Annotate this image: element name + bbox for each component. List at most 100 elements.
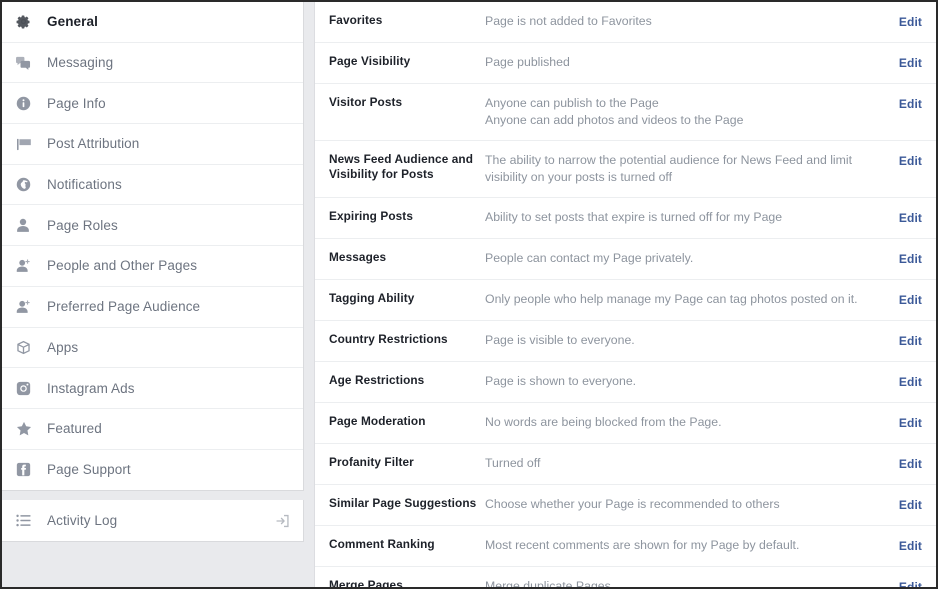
setting-description-line: People can contact my Page privately. xyxy=(485,251,694,265)
content-area: Favorites Page is not added to Favorites E… xyxy=(306,2,936,587)
setting-description: Only people who help manage my Page can … xyxy=(485,291,878,308)
setting-description-line: Anyone can publish to the Page xyxy=(485,96,659,110)
sidebar-item-post-attribution[interactable]: Post Attribution xyxy=(2,124,303,165)
setting-label: Visitor Posts xyxy=(329,95,403,109)
sidebar-item-activity-log[interactable]: Activity Log xyxy=(2,500,303,541)
sidebar-item-label: General xyxy=(47,14,98,30)
setting-action: Edit xyxy=(878,414,936,432)
settings-row: Expiring Posts Ability to set posts that … xyxy=(315,198,936,239)
flag-icon xyxy=(16,136,38,152)
sidebar-item-people-and-other-pages[interactable]: People and Other Pages xyxy=(2,246,303,287)
star-icon xyxy=(16,421,38,437)
edit-link[interactable]: Edit xyxy=(899,457,922,471)
setting-description-line: Turned off xyxy=(485,456,541,470)
setting-label: Age Restrictions xyxy=(329,373,425,387)
setting-label: Tagging Ability xyxy=(329,291,415,305)
person-add-icon xyxy=(16,258,38,274)
edit-link[interactable]: Edit xyxy=(899,154,922,168)
edit-link[interactable]: Edit xyxy=(899,498,922,512)
setting-action: Edit xyxy=(878,455,936,473)
sidebar-item-preferred-page-audience[interactable]: Preferred Page Audience xyxy=(2,287,303,328)
setting-description: Most recent comments are shown for my Pa… xyxy=(485,537,878,554)
setting-description-line: Page published xyxy=(485,55,570,69)
setting-action: Edit xyxy=(878,537,936,555)
sidebar: General Messaging Page Info Post Attributio… xyxy=(2,2,306,587)
edit-link[interactable]: Edit xyxy=(899,375,922,389)
sidebar-item-label: Notifications xyxy=(47,177,122,193)
sidebar-item-label: Page Support xyxy=(47,462,131,478)
globe-icon xyxy=(16,177,38,193)
setting-description: The ability to narrow the potential audi… xyxy=(485,152,878,186)
edit-link[interactable]: Edit xyxy=(899,15,922,29)
sidebar-item-label: Messaging xyxy=(47,55,114,71)
person-add-icon xyxy=(16,299,38,315)
edit-link[interactable]: Edit xyxy=(899,416,922,430)
instagram-camera-icon xyxy=(16,380,38,396)
setting-description-line: Page is visible to everyone. xyxy=(485,333,635,347)
sidebar-item-instagram-ads[interactable]: Instagram Ads xyxy=(2,368,303,409)
setting-label: Messages xyxy=(329,250,387,264)
setting-action: Edit xyxy=(878,13,936,31)
setting-description: Choose whether your Page is recommended … xyxy=(485,496,878,513)
edit-link[interactable]: Edit xyxy=(899,211,922,225)
edit-link[interactable]: Edit xyxy=(899,97,922,111)
cube-icon xyxy=(16,339,38,355)
settings-row: Messages People can contact my Page priva… xyxy=(315,239,936,280)
setting-action: Edit xyxy=(878,496,936,514)
setting-description-line: Anyone can add photos and videos to the … xyxy=(485,113,744,127)
sidebar-item-messaging[interactable]: Messaging xyxy=(2,43,303,84)
setting-action: Edit xyxy=(878,54,936,72)
setting-label: Expiring Posts xyxy=(329,209,413,223)
setting-description-line: Merge duplicate Pages xyxy=(485,579,611,587)
edit-link[interactable]: Edit xyxy=(899,252,922,266)
setting-label: Comment Ranking xyxy=(329,537,435,551)
edit-link[interactable]: Edit xyxy=(899,580,922,587)
edit-link[interactable]: Edit xyxy=(899,56,922,70)
sidebar-item-label: Post Attribution xyxy=(47,136,140,152)
setting-action: Edit xyxy=(878,209,936,227)
setting-description: Page is shown to everyone. xyxy=(485,373,878,390)
setting-description: No words are being blocked from the Page… xyxy=(485,414,878,431)
person-icon xyxy=(16,217,38,233)
sidebar-item-label: Activity Log xyxy=(47,513,118,529)
sidebar-item-label: Featured xyxy=(47,421,102,437)
setting-action: Edit xyxy=(878,152,936,170)
settings-row: Comment Ranking Most recent comments are … xyxy=(315,526,936,567)
setting-label: News Feed Audience and Visibility for Po… xyxy=(329,152,474,181)
setting-description: Page is visible to everyone. xyxy=(485,332,878,349)
setting-description-line: The ability to narrow the potential audi… xyxy=(485,153,853,184)
gear-icon xyxy=(16,14,38,30)
edit-link[interactable]: Edit xyxy=(899,539,922,553)
sidebar-item-page-roles[interactable]: Page Roles xyxy=(2,205,303,247)
settings-row: Similar Page Suggestions Choose whether y… xyxy=(315,485,936,526)
setting-description: Page published xyxy=(485,54,878,71)
setting-action: Edit xyxy=(878,95,936,113)
edit-link[interactable]: Edit xyxy=(899,334,922,348)
settings-row: Country Restrictions Page is visible to e… xyxy=(315,321,936,362)
settings-screen: General Messaging Page Info Post Attributio… xyxy=(0,0,938,589)
setting-description: Turned off xyxy=(485,455,878,472)
sidebar-item-page-info[interactable]: Page Info xyxy=(2,83,303,125)
setting-label: Similar Page Suggestions xyxy=(329,496,477,510)
chat-bubbles-icon xyxy=(16,55,38,71)
setting-label: Page Visibility xyxy=(329,54,411,68)
sidebar-item-page-support[interactable]: Page Support xyxy=(2,450,303,491)
setting-action: Edit xyxy=(878,578,936,587)
setting-description-line: Page is shown to everyone. xyxy=(485,374,637,388)
setting-action: Edit xyxy=(878,332,936,350)
settings-row: Page Moderation No words are being blocke… xyxy=(315,403,936,444)
setting-label: Favorites xyxy=(329,13,383,27)
sidebar-item-apps[interactable]: Apps xyxy=(2,328,303,369)
setting-label: Profanity Filter xyxy=(329,455,414,469)
sidebar-item-label: Preferred Page Audience xyxy=(47,299,201,315)
settings-row: Age Restrictions Page is shown to everyon… xyxy=(315,362,936,403)
sidebar-nav-list: General Messaging Page Info Post Attributio… xyxy=(2,2,304,492)
sidebar-item-featured[interactable]: Featured xyxy=(2,409,303,450)
edit-link[interactable]: Edit xyxy=(899,293,922,307)
enter-arrow-icon[interactable] xyxy=(275,513,290,528)
setting-description: Page is not added to Favorites xyxy=(485,13,878,30)
setting-description: Merge duplicate Pages xyxy=(485,578,878,587)
sidebar-item-notifications[interactable]: Notifications xyxy=(2,165,303,206)
sidebar-item-general[interactable]: General xyxy=(2,2,303,43)
setting-description-line: Only people who help manage my Page can … xyxy=(485,292,858,306)
